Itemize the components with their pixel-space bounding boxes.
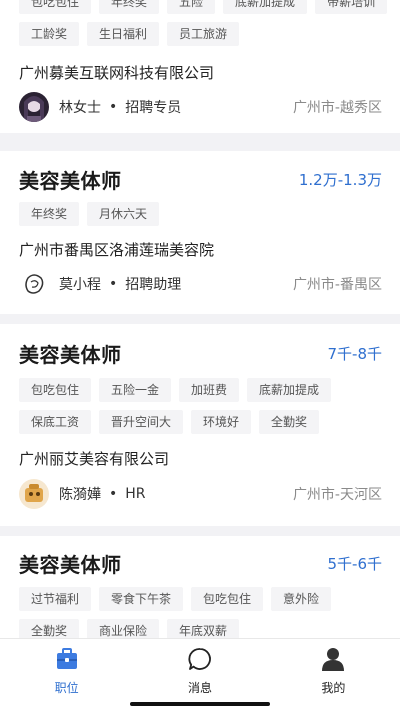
benefit-tag: 晋升空间大 bbox=[99, 410, 184, 434]
tab-label: 消息 bbox=[187, 681, 212, 695]
benefit-tags: 年终奖 月休六天 bbox=[19, 202, 390, 226]
benefit-tags: 过节福利 零食下午茶 包吃包住 意外险 全勤奖 商业保险 年底双薪 bbox=[19, 587, 390, 638]
benefit-tag: 年底双薪 bbox=[167, 619, 240, 638]
job-title: 美容美体师 bbox=[19, 343, 122, 367]
benefit-tag: 底薪加提成 bbox=[247, 378, 332, 402]
separator-dot: • bbox=[109, 276, 118, 292]
separator-dot: • bbox=[109, 99, 118, 115]
benefit-tag: 包吃包住 bbox=[19, 378, 92, 402]
chat-bubble-icon bbox=[188, 647, 212, 675]
benefit-tag: 带薪培训 bbox=[315, 0, 388, 14]
job-title: 美容美体师 bbox=[19, 169, 122, 193]
recruiter-role: 招聘专员 bbox=[125, 100, 182, 116]
job-header: 美容美体师 7千-8千 bbox=[19, 339, 382, 368]
salary: 5千-6千 bbox=[327, 555, 383, 573]
benefit-tag: 五险 bbox=[167, 0, 216, 14]
tab-profile[interactable]: 我的 bbox=[267, 639, 400, 711]
recruiter-role: 招聘助理 bbox=[125, 277, 182, 293]
benefit-tags: 包吃包住 五险一金 加班费 底薪加提成 保底工资 晋升空间大 环境好 全勤奖 bbox=[19, 378, 390, 434]
benefit-tag: 全勤奖 bbox=[19, 619, 80, 638]
benefit-tag: 月休六天 bbox=[87, 202, 160, 226]
job-card[interactable]: 美容美体师 1.2万-1.3万 年终奖 月休六天 广州市番禺区洛浦莲瑞美容院 莫… bbox=[0, 151, 400, 314]
tab-messages[interactable]: 消息 bbox=[133, 639, 266, 711]
salary: 1.2万-1.3万 bbox=[298, 171, 382, 189]
job-header: 美容美体师 1.2万-1.3万 bbox=[19, 165, 382, 194]
benefit-tag: 生日福利 bbox=[87, 22, 160, 46]
bottom-tab-bar: 职位 消息 我的 bbox=[0, 638, 400, 711]
benefit-tag: 包吃包住 bbox=[19, 0, 92, 14]
tab-label: 职位 bbox=[54, 681, 79, 695]
person-icon bbox=[321, 647, 345, 675]
benefit-tags: 包吃包住 年终奖 五险 底薪加提成 带薪培训 工龄奖 生日福利 员工旅游 bbox=[19, 0, 390, 46]
job-location: 广州市-越秀区 bbox=[292, 100, 382, 116]
benefit-tag: 环境好 bbox=[191, 410, 252, 434]
salary: 7千-8千 bbox=[327, 345, 383, 363]
recruiter-row: 陈漪嬅 • HR 广州市-天河区 bbox=[19, 478, 382, 510]
benefit-tag: 员工旅游 bbox=[167, 22, 240, 46]
home-indicator bbox=[130, 702, 270, 706]
benefit-tag: 全勤奖 bbox=[259, 410, 320, 434]
benefit-tag: 意外险 bbox=[271, 587, 332, 611]
benefit-tag: 商业保险 bbox=[87, 619, 160, 638]
company-name: 广州市番禺区洛浦莲瑞美容院 bbox=[19, 241, 215, 259]
separator-dot: • bbox=[109, 486, 118, 502]
job-header: 美容美体师 5千-6千 bbox=[19, 549, 382, 578]
benefit-tag: 过节福利 bbox=[19, 587, 92, 611]
company-name: 广州募美互联网科技有限公司 bbox=[19, 64, 215, 82]
avatar bbox=[19, 269, 49, 299]
benefit-tag: 包吃包住 bbox=[191, 587, 264, 611]
benefit-tag: 年终奖 bbox=[19, 202, 80, 226]
tab-jobs[interactable]: 职位 bbox=[0, 639, 133, 711]
benefit-tag: 加班费 bbox=[179, 378, 240, 402]
tab-label: 我的 bbox=[321, 681, 346, 695]
recruiter-role: HR bbox=[125, 486, 146, 502]
job-title: 美容美体师 bbox=[19, 553, 122, 577]
recruiter-name: 林女士 bbox=[59, 100, 101, 116]
job-card[interactable]: 美容美体师 5千-6千 过节福利 零食下午茶 包吃包住 意外险 全勤奖 商业保险… bbox=[0, 536, 400, 638]
job-location: 广州市-番禺区 bbox=[292, 277, 382, 293]
recruiter-row: 林女士 • 招聘专员 广州市-越秀区 bbox=[19, 91, 382, 123]
benefit-tag: 年终奖 bbox=[99, 0, 160, 14]
avatar bbox=[19, 92, 49, 122]
benefit-tag: 工龄奖 bbox=[19, 22, 80, 46]
recruiter-name: 莫小程 bbox=[59, 277, 101, 293]
benefit-tag: 零食下午茶 bbox=[99, 587, 184, 611]
briefcase-icon bbox=[55, 647, 79, 675]
benefit-tag: 保底工资 bbox=[19, 410, 92, 434]
recruiter-name: 陈漪嬅 bbox=[59, 487, 101, 503]
job-feed[interactable]: 包吃包住 年终奖 五险 底薪加提成 带薪培训 工龄奖 生日福利 员工旅游 广州募… bbox=[0, 0, 400, 638]
avatar bbox=[19, 479, 49, 509]
recruiter-row: 莫小程 • 招聘助理 广州市-番禺区 bbox=[19, 268, 382, 300]
company-name: 广州丽艾美容有限公司 bbox=[19, 450, 170, 468]
job-location: 广州市-天河区 bbox=[292, 487, 382, 503]
benefit-tag: 底薪加提成 bbox=[223, 0, 308, 14]
benefit-tag: 五险一金 bbox=[99, 378, 172, 402]
job-card[interactable]: 包吃包住 年终奖 五险 底薪加提成 带薪培训 工龄奖 生日福利 员工旅游 广州募… bbox=[0, 0, 400, 133]
job-card[interactable]: 美容美体师 7千-8千 包吃包住 五险一金 加班费 底薪加提成 保底工资 晋升空… bbox=[0, 324, 400, 526]
